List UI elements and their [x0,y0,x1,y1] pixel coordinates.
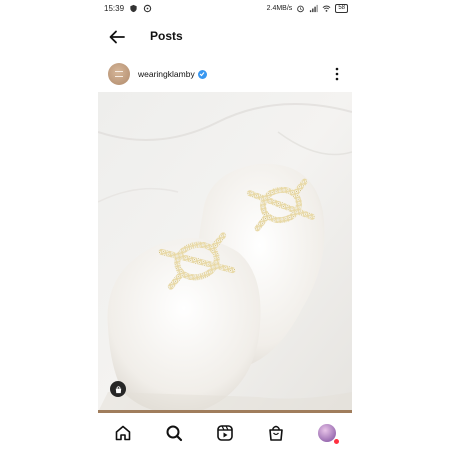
nav-profile[interactable] [316,422,339,444]
nav-reels[interactable] [214,422,236,444]
post-header: wearingklamby [98,60,352,90]
search-icon [166,425,183,442]
earrings-photo [98,92,352,412]
status-left: 15:39 [104,4,152,13]
vertical-dots-icon[interactable] [332,66,342,82]
bottom-nav [98,418,352,448]
image-bottom-strip [98,410,352,413]
phone-screen: 15:39 2.4MB/s 58 Posts wearingklamby [98,0,352,450]
verified-badge-icon [197,69,207,79]
shopping-tag-icon[interactable] [110,381,126,397]
network-speed: 2.4MB/s [266,5,293,12]
shop-icon [268,425,283,441]
avatar[interactable] [108,63,130,85]
post-image[interactable] [98,92,352,412]
top-bar: Posts [98,22,352,52]
notification-dot [333,439,339,444]
status-bar: 15:39 2.4MB/s 58 [98,0,352,18]
page-title: Posts [150,29,183,43]
reels-icon [217,425,233,441]
alarm-icon [297,5,305,13]
profile-avatar [317,424,339,444]
nav-home[interactable] [112,422,134,444]
battery-icon: 58 [335,4,348,13]
nav-search[interactable] [163,422,185,444]
message-icon [143,4,152,13]
home-icon [116,425,131,441]
status-time: 15:39 [104,4,125,13]
username-row[interactable]: wearingklamby [138,69,207,79]
shield-icon [130,4,137,13]
arrow-left-icon[interactable] [106,26,128,48]
nav-shop[interactable] [265,422,287,444]
username[interactable]: wearingklamby [138,69,195,79]
avatar-logo [115,71,123,77]
wifi-icon [322,5,331,12]
signal-icon [310,4,319,13]
status-right: 2.4MB/s 58 [267,4,348,13]
